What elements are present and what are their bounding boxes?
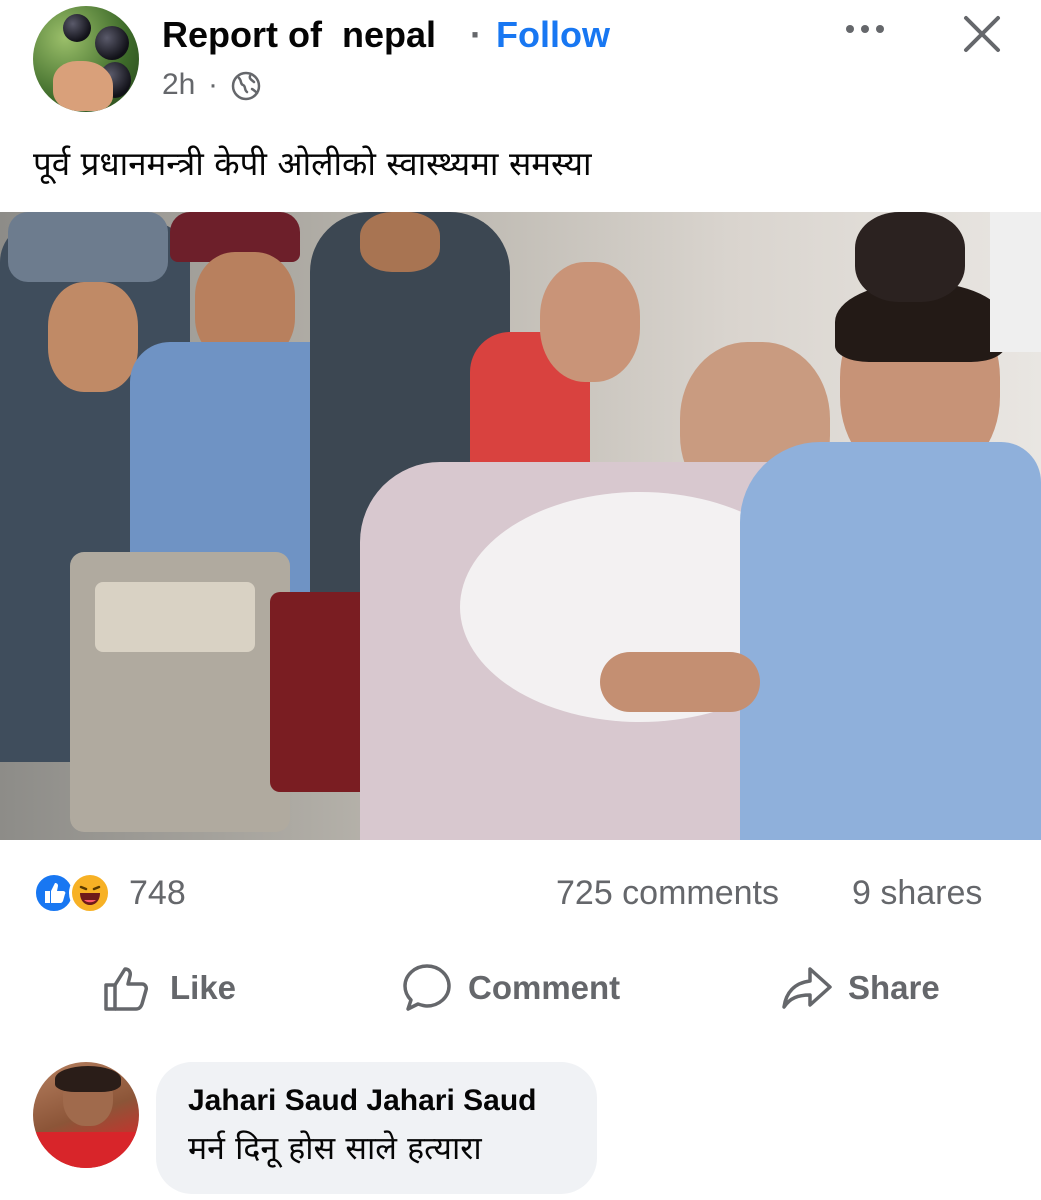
timestamp-separator: · (208, 68, 218, 101)
facebook-post: Report of nepal · Follow 2h · पूर्व प्रध… (0, 0, 1041, 1200)
commenter-name[interactable]: Jahari Saud Jahari Saud (188, 1084, 536, 1118)
thumbs-up-icon (104, 967, 148, 1011)
more-icon[interactable] (842, 14, 888, 44)
comments-count[interactable]: 725 comments (556, 874, 779, 913)
close-icon[interactable] (960, 12, 1004, 56)
comment-button[interactable]: Comment (400, 958, 620, 1018)
share-arrow-icon (782, 967, 832, 1009)
post-timestamp[interactable]: 2h (162, 68, 195, 102)
shares-count[interactable]: 9 shares (852, 874, 982, 913)
like-button[interactable]: Like (102, 958, 236, 1018)
post-photo[interactable] (0, 212, 1041, 840)
comment-text: मर्न दिनू होस साले हत्यारा (188, 1129, 482, 1167)
reaction-count: 748 (129, 874, 186, 912)
post-header: Report of nepal · Follow 2h · (0, 0, 1041, 120)
reaction-summary[interactable]: 748 (33, 870, 193, 914)
page-name[interactable]: Report of nepal (162, 14, 436, 56)
share-label: Share (848, 969, 940, 1006)
comment-bubble-icon (403, 964, 451, 1011)
comment-label: Comment (468, 969, 621, 1006)
post-caption: पूर्व प्रधानमन्त्री केपी ओलीको स्वास्थ्य… (33, 144, 592, 183)
like-label: Like (170, 969, 237, 1006)
page-avatar[interactable] (33, 6, 139, 112)
follow-button[interactable]: Follow (496, 14, 610, 56)
share-button[interactable]: Share (780, 958, 940, 1018)
haha-reaction-icon (69, 872, 111, 914)
commenter-avatar[interactable] (33, 1062, 139, 1168)
globe-icon (231, 71, 261, 101)
name-separator: · (470, 14, 482, 55)
